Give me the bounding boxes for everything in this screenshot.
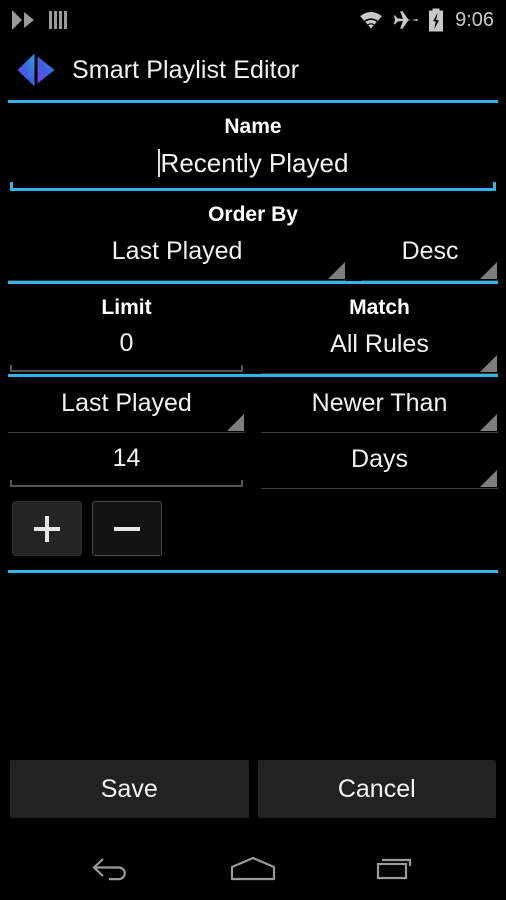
smart-playlist-form: Name Recently Played Order By Last Playe…	[0, 103, 506, 836]
airplane-mode-icon	[393, 11, 418, 29]
rule-row-top: Last Played Newer Than	[0, 377, 506, 434]
android-nav-bar	[0, 836, 506, 900]
limit-input-value: 0	[119, 329, 134, 358]
action-bar: Smart Playlist Editor	[0, 40, 506, 100]
rule-unit-value: Days	[351, 445, 408, 474]
order-by-row: Last Played Desc	[0, 231, 506, 282]
rule-amount-input[interactable]: 14	[10, 439, 243, 488]
limit-match-labels-row: Limit Match	[0, 284, 506, 324]
status-bar: 9:06	[0, 0, 506, 40]
equalizer-icon	[49, 11, 67, 29]
order-by-direction-cell: Desc	[354, 231, 506, 282]
rule-unit-spinner[interactable]: Days	[261, 439, 498, 490]
order-by-field-value: Last Played	[111, 237, 243, 266]
rule-operator-value: Newer Than	[311, 389, 448, 418]
match-label-cell: Match	[253, 284, 506, 324]
minus-icon	[114, 526, 140, 531]
match-spinner[interactable]: All Rules	[261, 324, 498, 375]
name-input[interactable]: Recently Played	[10, 143, 496, 192]
recents-icon	[376, 858, 412, 880]
rule-amount-value: 14	[112, 444, 141, 473]
rule-field-cell: Last Played	[0, 383, 253, 434]
save-button[interactable]: Save	[10, 760, 249, 818]
chevron-down-icon	[479, 262, 497, 280]
empty-space	[0, 573, 506, 750]
chevron-down-icon	[480, 470, 497, 488]
order-by-direction-spinner[interactable]: Desc	[362, 231, 498, 282]
app-notification-icon	[12, 10, 34, 30]
nav-recents-button[interactable]	[360, 845, 430, 891]
name-input-value: Recently Played	[160, 148, 349, 179]
order-by-field-spinner[interactable]: Last Played	[8, 231, 347, 282]
rule-row-bottom: 14 Days	[0, 433, 506, 490]
rule-field-spinner[interactable]: Last Played	[8, 383, 245, 434]
form-actions: Save Cancel	[0, 750, 506, 836]
limit-label-cell: Limit	[0, 284, 253, 324]
rule-operator-cell: Newer Than	[253, 383, 506, 434]
match-field-cell: All Rules	[253, 324, 506, 375]
limit-field-cell: 0	[0, 324, 253, 374]
chevron-down-icon	[480, 355, 497, 373]
status-bar-clock: 9:06	[455, 9, 494, 31]
limit-input[interactable]: 0	[10, 324, 243, 373]
chevron-down-icon	[227, 414, 244, 432]
wifi-icon	[360, 12, 382, 29]
name-section: Name Recently Played	[0, 103, 506, 192]
rule-unit-cell: Days	[253, 439, 506, 490]
name-label: Name	[224, 115, 282, 138]
battery-charging-icon	[429, 8, 444, 32]
app-logo-icon	[17, 53, 55, 87]
order-by-field-cell: Last Played	[0, 231, 354, 282]
match-label: Match	[349, 296, 410, 320]
status-bar-left-icons	[10, 9, 68, 31]
remove-rule-button[interactable]	[92, 501, 162, 557]
app-screen: 9:06 Smart Playlist Editor Name Recently…	[0, 0, 506, 900]
rule-amount-cell: 14	[0, 439, 253, 489]
add-rule-button[interactable]	[12, 501, 82, 557]
chevron-down-icon	[480, 414, 497, 432]
order-by-section: Order By Last Played Desc	[0, 191, 506, 282]
limit-match-fields-row: 0 All Rules	[0, 324, 506, 375]
limit-match-section: Limit Match 0 All Rules	[0, 284, 506, 375]
page-title: Smart Playlist Editor	[72, 55, 300, 84]
rule-controls	[0, 489, 506, 570]
back-arrow-icon	[92, 858, 126, 881]
nav-back-button[interactable]	[76, 845, 146, 891]
cancel-button[interactable]: Cancel	[257, 760, 496, 818]
order-by-label: Order By	[208, 203, 298, 227]
rule-operator-spinner[interactable]: Newer Than	[261, 383, 498, 434]
nav-home-button[interactable]	[218, 845, 288, 891]
status-bar-right-icons: 9:06	[358, 8, 494, 32]
match-value: All Rules	[330, 330, 429, 359]
chevron-down-icon	[328, 262, 346, 280]
rule-field-value: Last Played	[61, 389, 192, 418]
rule-list: Last Played Newer Than 14 Days	[0, 377, 506, 490]
plus-icon	[34, 515, 60, 542]
text-caret	[157, 149, 160, 178]
home-icon	[230, 856, 276, 881]
order-by-direction-value: Desc	[401, 237, 459, 266]
limit-label: Limit	[101, 296, 152, 320]
